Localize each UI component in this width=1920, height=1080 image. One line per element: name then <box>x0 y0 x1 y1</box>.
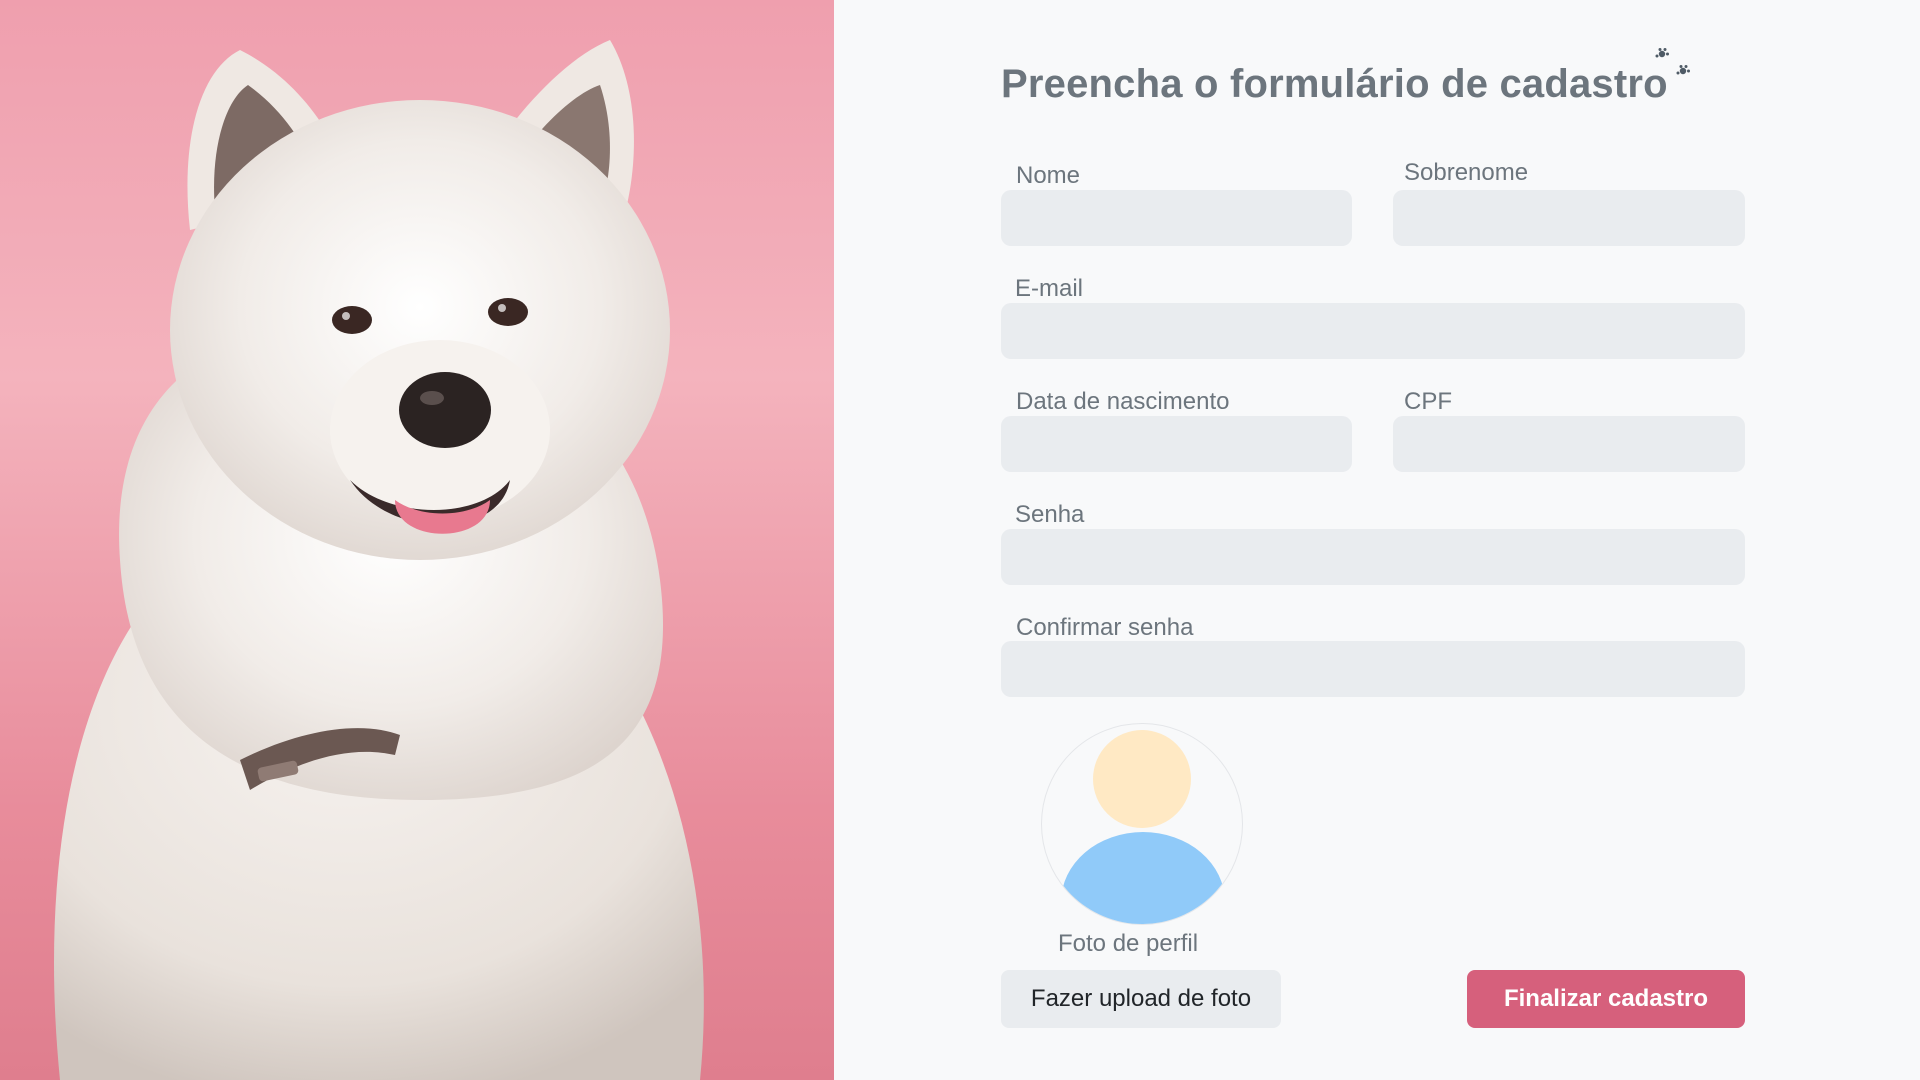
profile-photo-placeholder <box>1041 723 1243 925</box>
profile-photo-label: Foto de perfil <box>1058 930 1199 957</box>
submit-registration-button[interactable]: Finalizar cadastro <box>1467 970 1745 1028</box>
page-title: Preencha o formulário de cadastro <box>1001 62 1668 106</box>
nascimento-input[interactable] <box>1001 416 1352 472</box>
cpf-label: CPF <box>1404 388 1452 415</box>
email-label: E-mail <box>1015 275 1084 302</box>
sobrenome-label: Sobrenome <box>1404 159 1529 186</box>
avatar-head-icon <box>1093 730 1191 828</box>
paw-prints-icon <box>1655 48 1690 75</box>
senha-label: Senha <box>1015 501 1085 528</box>
upload-photo-button[interactable]: Fazer upload de foto <box>1001 970 1281 1028</box>
email-input[interactable] <box>1001 303 1745 359</box>
senha-input[interactable] <box>1001 529 1745 585</box>
confirmar-senha-label: Confirmar senha <box>1016 614 1194 641</box>
confirmar-senha-input[interactable] <box>1001 641 1745 697</box>
sobrenome-input[interactable] <box>1393 190 1745 246</box>
nascimento-label: Data de nascimento <box>1016 388 1230 415</box>
cpf-input[interactable] <box>1393 416 1745 472</box>
hero-dog-image <box>0 0 834 1080</box>
nome-input[interactable] <box>1001 190 1352 246</box>
avatar-body-icon <box>1061 832 1225 924</box>
dog-illustration <box>54 40 704 1080</box>
nome-label: Nome <box>1016 162 1081 189</box>
